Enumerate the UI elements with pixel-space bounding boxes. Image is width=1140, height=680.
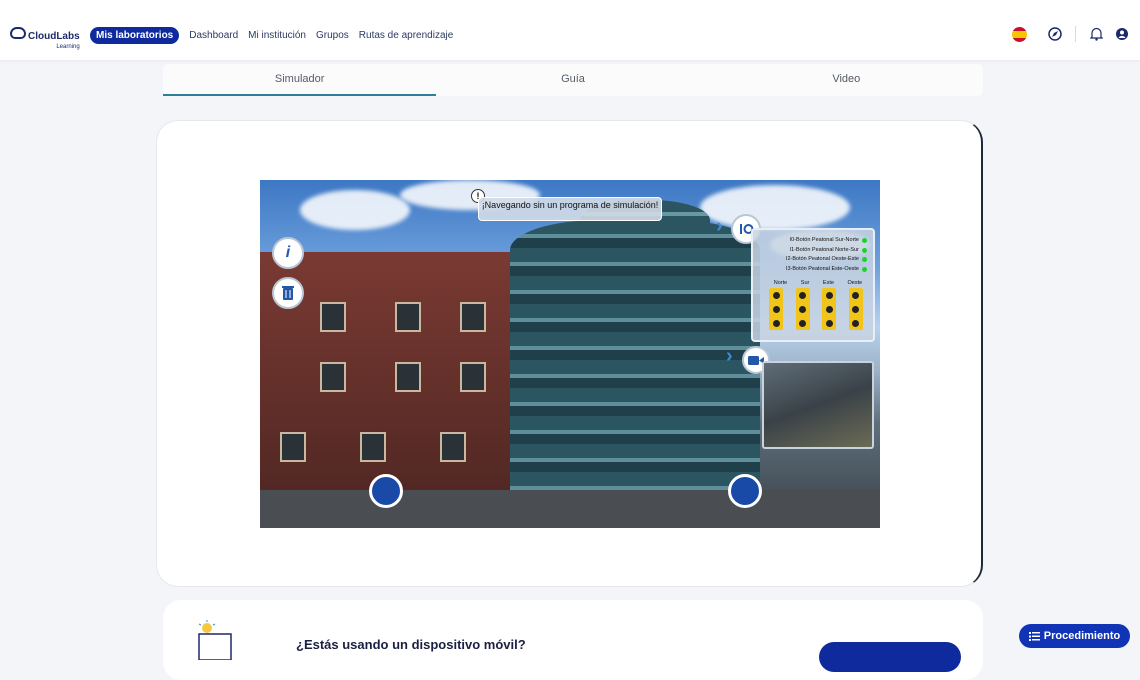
output-group-este: Este <box>822 280 834 286</box>
io-status-panel: I0-Botón Peatonal Sur-Norte I1-Botón Pea… <box>751 228 875 342</box>
chevron-right-icon[interactable]: › <box>716 215 723 238</box>
input-status-i2: I2-Botón Peatonal Oeste-Este <box>757 255 869 265</box>
simulator-viewport[interactable]: ! ¡Navegando sin un programa de simulaci… <box>260 180 880 528</box>
output-led-o11 <box>852 319 860 327</box>
delete-button[interactable] <box>272 277 304 309</box>
output-led-o4 <box>799 305 807 313</box>
nav-item-mi-institucion[interactable]: Mi institución <box>248 27 306 44</box>
procedure-button[interactable]: Procedimiento <box>1019 624 1130 648</box>
lightbulb-illustration-icon <box>198 620 232 660</box>
cloud-icon <box>10 27 26 39</box>
info-button[interactable]: i <box>272 237 304 269</box>
cloudlabs-logo[interactable]: CloudLabs Learning <box>10 26 80 51</box>
glass-tower <box>510 220 760 520</box>
nav-item-grupos[interactable]: Grupos <box>316 27 349 44</box>
procedure-button-label: Procedimiento <box>1043 630 1121 642</box>
top-navigation-bar: CloudLabs Learning Mis laboratorios Dash… <box>0 0 1140 60</box>
info-icon: i <box>285 244 291 261</box>
list-icon <box>1028 631 1040 641</box>
pedestrian-button-right[interactable] <box>728 474 762 508</box>
tab-guia[interactable]: Guía <box>436 64 709 96</box>
output-led-o6 <box>825 291 833 299</box>
content-tabs: Simulador Guía Video <box>163 64 983 96</box>
output-led-o2 <box>772 319 780 327</box>
simulator-panel: ! ¡Navegando sin un programa de simulaci… <box>156 120 983 587</box>
output-group-sur: Sur <box>800 280 810 286</box>
street <box>260 490 880 528</box>
output-led-o9 <box>852 291 860 299</box>
nav-item-rutas-de-aprendizaje[interactable]: Rutas de aprendizaje <box>359 27 454 44</box>
output-led-o5 <box>799 319 807 327</box>
bell-icon[interactable] <box>1088 26 1104 42</box>
chevron-right-icon[interactable]: › <box>726 345 733 368</box>
mobile-card-action-button[interactable] <box>819 642 961 672</box>
cloud-decoration <box>300 190 410 230</box>
main-nav: Mis laboratorios Dashboard Mi institució… <box>90 27 463 44</box>
divider <box>1075 26 1076 42</box>
simulation-status-message: ¡Navegando sin un programa de simulación… <box>478 197 662 221</box>
pedestrian-button-left[interactable] <box>369 474 403 508</box>
spain-flag-icon[interactable] <box>1012 26 1027 42</box>
output-led-o10 <box>852 305 860 313</box>
output-led-o7 <box>825 305 833 313</box>
output-group-oeste: Oeste <box>847 280 863 286</box>
output-column-este <box>822 288 837 330</box>
output-column-norte <box>769 288 784 330</box>
output-led-o0 <box>772 291 780 299</box>
camera-preview[interactable] <box>762 361 874 449</box>
nav-item-mis-laboratorios[interactable]: Mis laboratorios <box>90 27 180 44</box>
output-column-oeste <box>848 288 863 330</box>
compass-icon[interactable] <box>1047 26 1063 42</box>
output-led-o8 <box>825 319 833 327</box>
input-status-i0: I0-Botón Peatonal Sur-Norte <box>757 236 869 246</box>
tab-video[interactable]: Video <box>710 64 983 96</box>
logo-text: CloudLabs <box>28 31 80 42</box>
output-group-norte: Norte <box>773 280 788 286</box>
user-menu-icon[interactable] <box>1114 26 1130 42</box>
output-column-sur <box>795 288 810 330</box>
top-right-icons <box>1012 26 1130 42</box>
output-columns <box>757 288 869 330</box>
nav-item-dashboard[interactable]: Dashboard <box>189 27 238 44</box>
mobile-card-title: ¿Estás usando un dispositivo móvil? <box>296 637 526 652</box>
trash-icon <box>282 286 294 300</box>
logo-subtext: Learning <box>56 44 80 50</box>
mobile-device-card: ¿Estás usando un dispositivo móvil? <box>163 600 983 680</box>
tab-simulador[interactable]: Simulador <box>163 64 437 96</box>
output-group-headers: Norte Sur Este Oeste <box>757 280 869 286</box>
output-led-o1 <box>772 305 780 313</box>
output-led-o3 <box>799 291 807 299</box>
input-status-i3: I3-Botón Peatonal Este-Oeste <box>757 265 869 275</box>
input-status-i1: I1-Botón Peatonal Norte-Sur <box>757 246 869 256</box>
